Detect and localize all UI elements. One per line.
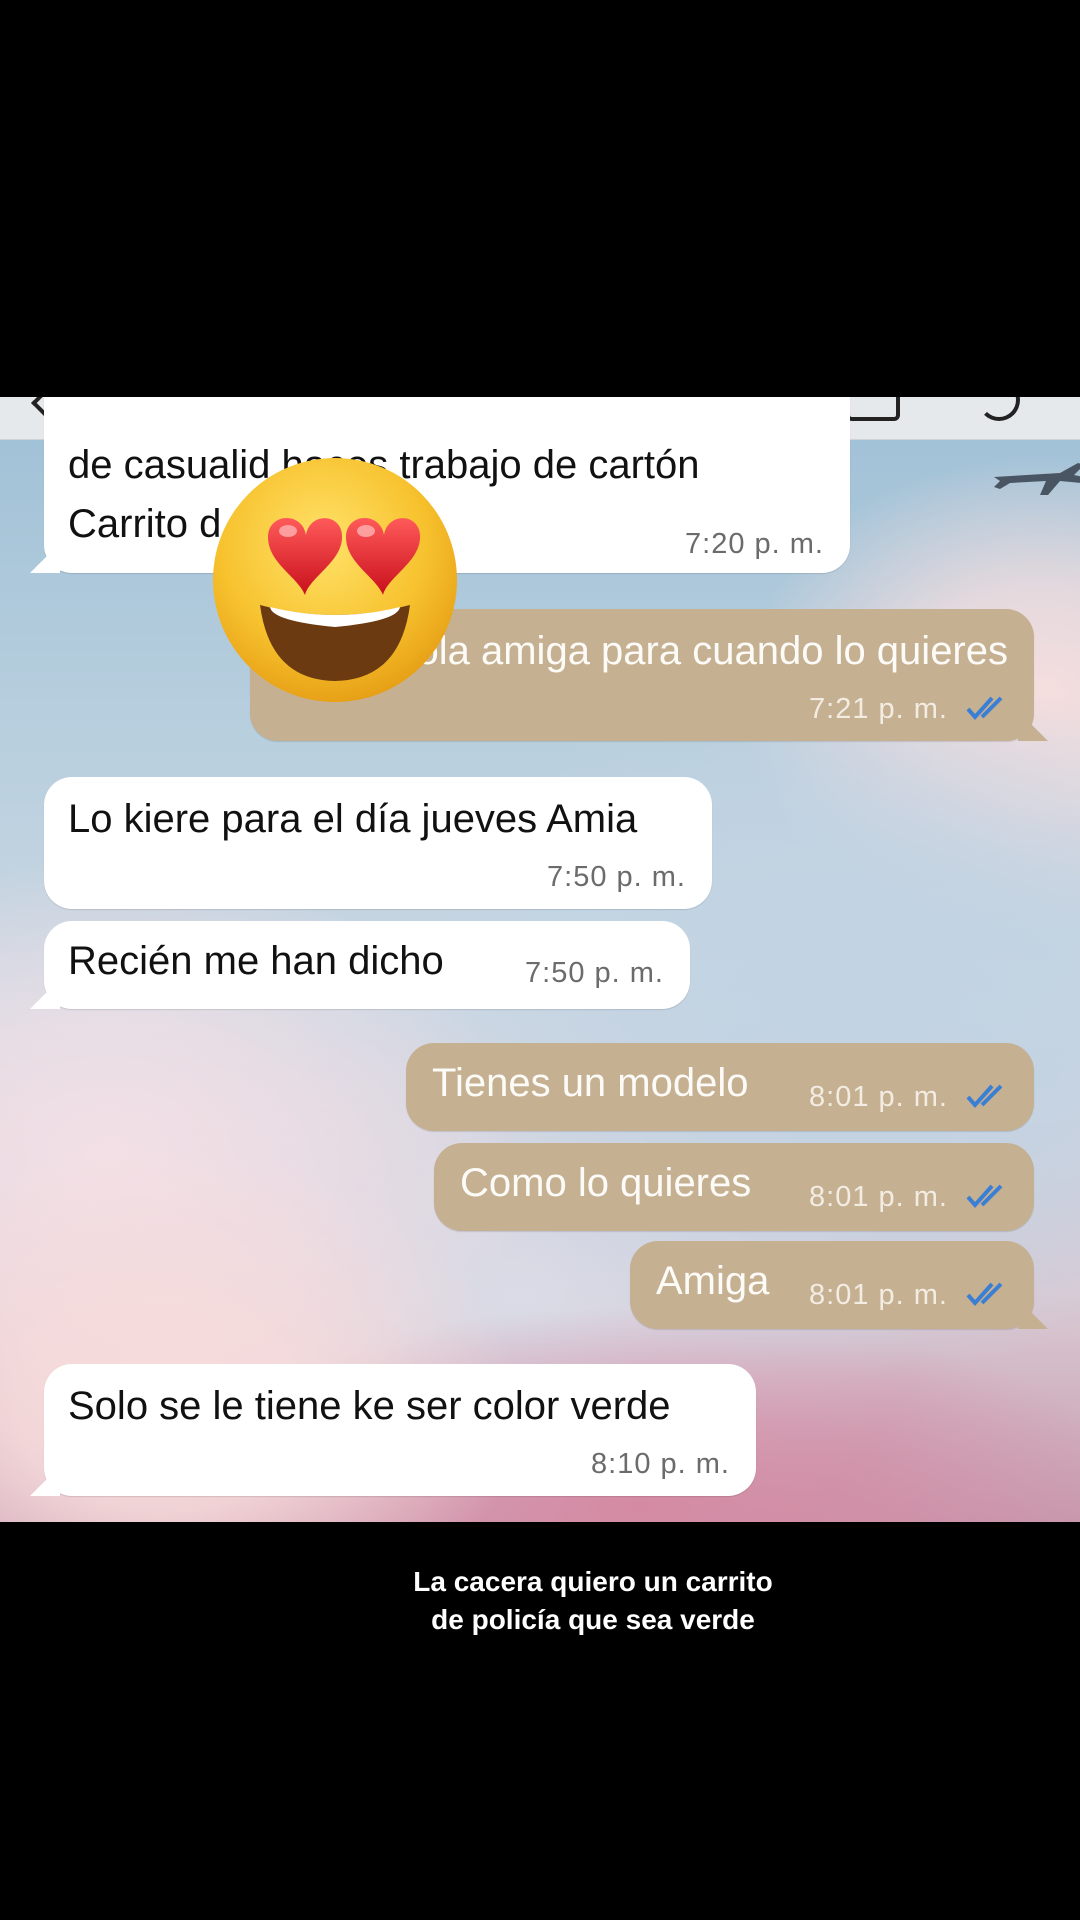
message-text: Tienes un modelo	[432, 1061, 749, 1105]
heart-eyes-emoji-icon	[213, 458, 457, 702]
video-caption: La cacera quiero un carrito de policía q…	[0, 1563, 1080, 1639]
message-text: Amiga	[656, 1259, 770, 1303]
caption-line: de policía que sea verde	[431, 1604, 755, 1635]
message-incoming[interactable]: Lo kiere para el día jueves Amia 7:50 p.…	[44, 777, 712, 909]
message-incoming[interactable]: Solo se le tiene ke ser color verde 8:10…	[44, 1364, 756, 1496]
caption-line: La cacera quiero un carrito	[413, 1566, 773, 1597]
message-time: 7:20 p. m.	[685, 528, 824, 560]
message-outgoing[interactable]: Tienes un modelo 8:01 p. m.	[406, 1043, 1034, 1131]
message-text: Como lo quieres	[460, 1161, 752, 1205]
video-call-icon[interactable]	[846, 397, 900, 421]
message-text: Hola amiga para cuando lo quieres	[387, 629, 1008, 673]
message-time: 8:01 p. m.	[809, 1181, 948, 1213]
message-text: Carrito d	[68, 502, 222, 546]
read-receipt-icon	[966, 696, 1003, 721]
message-time: 8:10 p. m.	[591, 1448, 730, 1480]
message-time: 7:50 p. m.	[547, 861, 686, 893]
message-outgoing[interactable]: Amiga 8:01 p. m.	[630, 1241, 1034, 1329]
read-receipt-icon	[966, 1084, 1003, 1109]
message-time: 7:50 p. m.	[525, 957, 664, 989]
message-time: 8:01 p. m.	[809, 1081, 948, 1113]
chat-screen: de casualid haces trabajo de cartón Carr…	[0, 397, 1080, 1522]
message-text: Lo kiere para el día jueves Amia	[68, 797, 638, 841]
message-text: Solo se le tiene ke ser color verde	[68, 1384, 671, 1428]
message-text: Recién me han dicho	[68, 939, 444, 983]
message-time: 8:01 p. m.	[809, 1279, 948, 1311]
airplane-icon	[994, 463, 1080, 495]
phone-call-icon[interactable]	[978, 397, 1020, 421]
read-receipt-icon	[966, 1184, 1003, 1209]
message-incoming[interactable]: Recién me han dicho 7:50 p. m.	[44, 921, 690, 1009]
message-time: 7:21 p. m.	[809, 693, 948, 725]
read-receipt-icon	[966, 1282, 1003, 1307]
message-outgoing[interactable]: Como lo quieres 8:01 p. m.	[434, 1143, 1034, 1231]
